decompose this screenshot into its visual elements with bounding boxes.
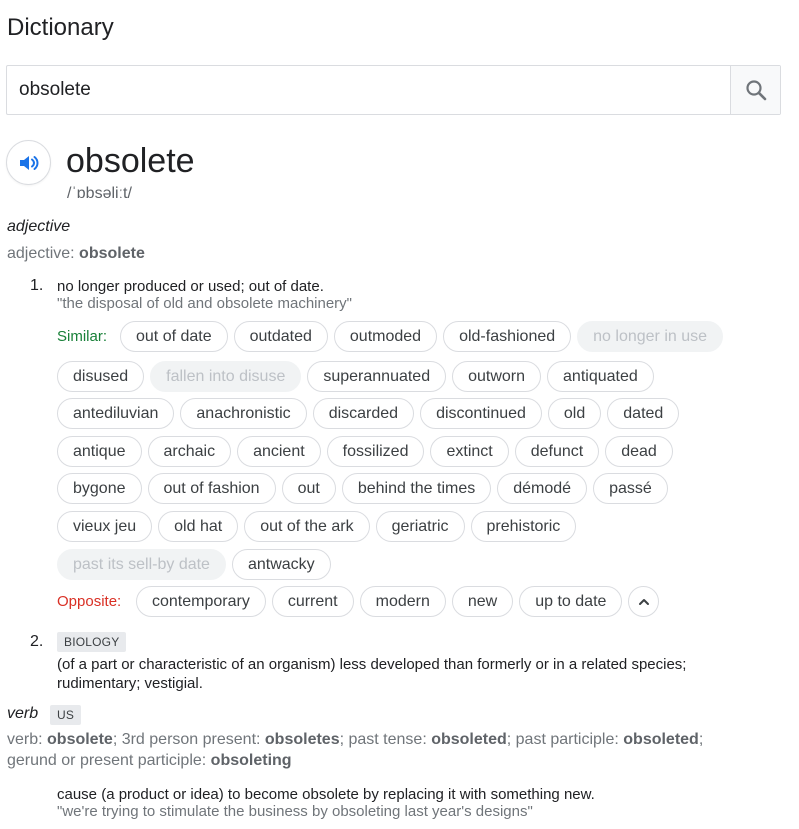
similar-chip-row: out of date outdated outmoded old-fashioned… xyxy=(120,321,724,352)
similar-word-chip[interactable]: passé xyxy=(593,473,668,504)
definition-line: rudimentary; vestigial. xyxy=(57,675,203,692)
pronunciation-button[interactable] xyxy=(6,140,51,185)
collapse-synonyms-button[interactable] xyxy=(628,586,660,617)
similar-word-chip[interactable]: disused xyxy=(57,361,145,392)
similar-word-chip[interactable]: defunct xyxy=(514,436,600,467)
similar-word-chip[interactable]: antique xyxy=(57,436,142,467)
verb-form-value: obsoletes xyxy=(264,731,340,748)
opposite-words: contemporary current modern new up to date xyxy=(136,586,660,617)
similar-word-chip[interactable]: démodé xyxy=(497,473,588,504)
similar-word-chip[interactable]: outmoded xyxy=(333,321,438,352)
verb-forms: verb: obsolete; 3rd person present: obso… xyxy=(7,729,703,750)
sense-number: 1. xyxy=(30,277,44,294)
similar-word-chip[interactable]: geriatric xyxy=(375,511,465,542)
example-sentence: "the disposal of old and obsolete machin… xyxy=(57,295,352,312)
verb-form-value: obsoleted xyxy=(431,731,507,748)
verb-form-separator: ; xyxy=(698,731,704,748)
similar-chip-row: antediluvian anachronistic discarded discon… xyxy=(57,398,680,429)
similar-word-chip[interactable]: prehistoric xyxy=(470,511,577,542)
verb-forms-label: gerund or present participle: xyxy=(7,752,211,769)
headword: obsolete xyxy=(66,142,195,180)
similar-word-chip[interactable]: out of the ark xyxy=(244,511,370,542)
similar-chip-row: disused fallen into disuse superannuated ou… xyxy=(57,361,654,392)
similar-word-chip[interactable]: antediluvian xyxy=(57,398,175,429)
similar-label: Similar: xyxy=(57,328,108,345)
similar-word-chip[interactable]: discarded xyxy=(312,398,415,429)
verb-form-value: obsolete xyxy=(47,731,113,748)
similar-word-chip[interactable]: out of date xyxy=(120,321,228,352)
similar-word-chip[interactable]: extinct xyxy=(430,436,509,467)
definition-line: (of a part or characteristic of an organ… xyxy=(57,656,687,673)
similar-word-chip[interactable]: vieux jeu xyxy=(57,511,153,542)
similar-word-chip[interactable]: superannuated xyxy=(307,361,447,392)
search-input[interactable]: obsolete xyxy=(19,79,91,101)
verb-form-separator: ; xyxy=(506,731,516,748)
similar-word-chip[interactable]: out of fashion xyxy=(147,473,276,504)
verb-form-value: obsoleted xyxy=(623,731,699,748)
page-title: Dictionary xyxy=(7,14,114,41)
similar-chip-row: antique archaic ancient fossilized extinct de… xyxy=(57,436,673,467)
similar-word-chip[interactable]: bygone xyxy=(57,473,142,504)
search-button[interactable] xyxy=(730,66,780,114)
speaker-icon xyxy=(19,155,39,170)
part-of-speech-adjective: adjective xyxy=(7,218,71,235)
verb-form-separator: ; xyxy=(112,731,122,748)
similar-word-chip: past its sell-by date xyxy=(57,549,226,580)
phonetic-spelling: /ˈɒbsəliːt/ xyxy=(67,185,132,202)
similar-word-chip[interactable]: out xyxy=(281,473,336,504)
definition: no longer produced or used; out of date. xyxy=(57,278,324,295)
similar-word-chip[interactable]: outworn xyxy=(452,361,542,392)
search-box[interactable]: obsolete xyxy=(6,65,781,115)
dictionary-panel: Dictionary obsolete obsolete /ˈɒbsəliːt/… xyxy=(0,0,799,829)
opposite-word-chip[interactable]: contemporary xyxy=(136,586,266,617)
similar-word-chip[interactable]: old-fashioned xyxy=(443,321,572,352)
verb-example: "we're trying to stimulate the business … xyxy=(57,803,533,820)
verb-forms-value: obsoleting xyxy=(210,752,292,769)
similar-word-chip[interactable]: old xyxy=(547,398,602,429)
adjective-forms-label: adjective: xyxy=(7,245,80,262)
adjective-forms-word: obsolete xyxy=(79,245,145,262)
similar-word-chip[interactable]: antiquated xyxy=(547,361,654,392)
verb-definition: cause (a product or idea) to become obso… xyxy=(57,786,595,803)
similar-word-chip[interactable]: discontinued xyxy=(420,398,542,429)
verb-form-label: verb: xyxy=(7,731,48,748)
similar-word-chip[interactable]: archaic xyxy=(147,436,232,467)
similar-word-chip[interactable]: outdated xyxy=(233,321,328,352)
chevron-up-icon xyxy=(638,598,649,605)
similar-word-chip[interactable]: fossilized xyxy=(326,436,425,467)
similar-word-chip[interactable]: dead xyxy=(605,436,673,467)
search-icon xyxy=(745,80,766,101)
similar-word-chip[interactable]: ancient xyxy=(237,436,321,467)
adjective-forms: adjective: obsolete xyxy=(7,243,145,264)
similar-word-chip: no longer in use xyxy=(577,321,724,352)
part-of-speech-verb: verb xyxy=(7,705,39,722)
domain-tag: BIOLOGY xyxy=(57,632,127,652)
verb-form-label: past participle: xyxy=(515,731,624,748)
similar-word-chip[interactable]: behind the times xyxy=(341,473,492,504)
similar-word-chip[interactable]: anachronistic xyxy=(180,398,307,429)
similar-chip-row: bygone out of fashion out behind the times d… xyxy=(57,473,668,504)
opposite-word-chip[interactable]: current xyxy=(271,586,354,617)
sense-number: 2. xyxy=(30,633,44,650)
opposite-word-chip[interactable]: new xyxy=(451,586,514,617)
verb-forms-line2: gerund or present participle: obsoleting xyxy=(7,750,292,771)
region-tag: US xyxy=(50,705,82,725)
similar-word-chip: fallen into disuse xyxy=(150,361,302,392)
similar-word-chip[interactable]: antwacky xyxy=(231,549,331,580)
opposite-label: Opposite: xyxy=(57,593,122,610)
opposite-word-chip[interactable]: up to date xyxy=(519,586,623,617)
verb-form-label: past tense: xyxy=(348,731,432,748)
similar-chip-row: vieux jeu old hat out of the ark geriatric p… xyxy=(57,511,577,542)
similar-chip-row: past its sell-by date antwacky xyxy=(57,549,331,580)
similar-word-chip[interactable]: old hat xyxy=(158,511,239,542)
verb-form-label: 3rd person present: xyxy=(121,731,265,748)
similar-word-chip[interactable]: dated xyxy=(607,398,680,429)
opposite-word-chip[interactable]: modern xyxy=(359,586,446,617)
